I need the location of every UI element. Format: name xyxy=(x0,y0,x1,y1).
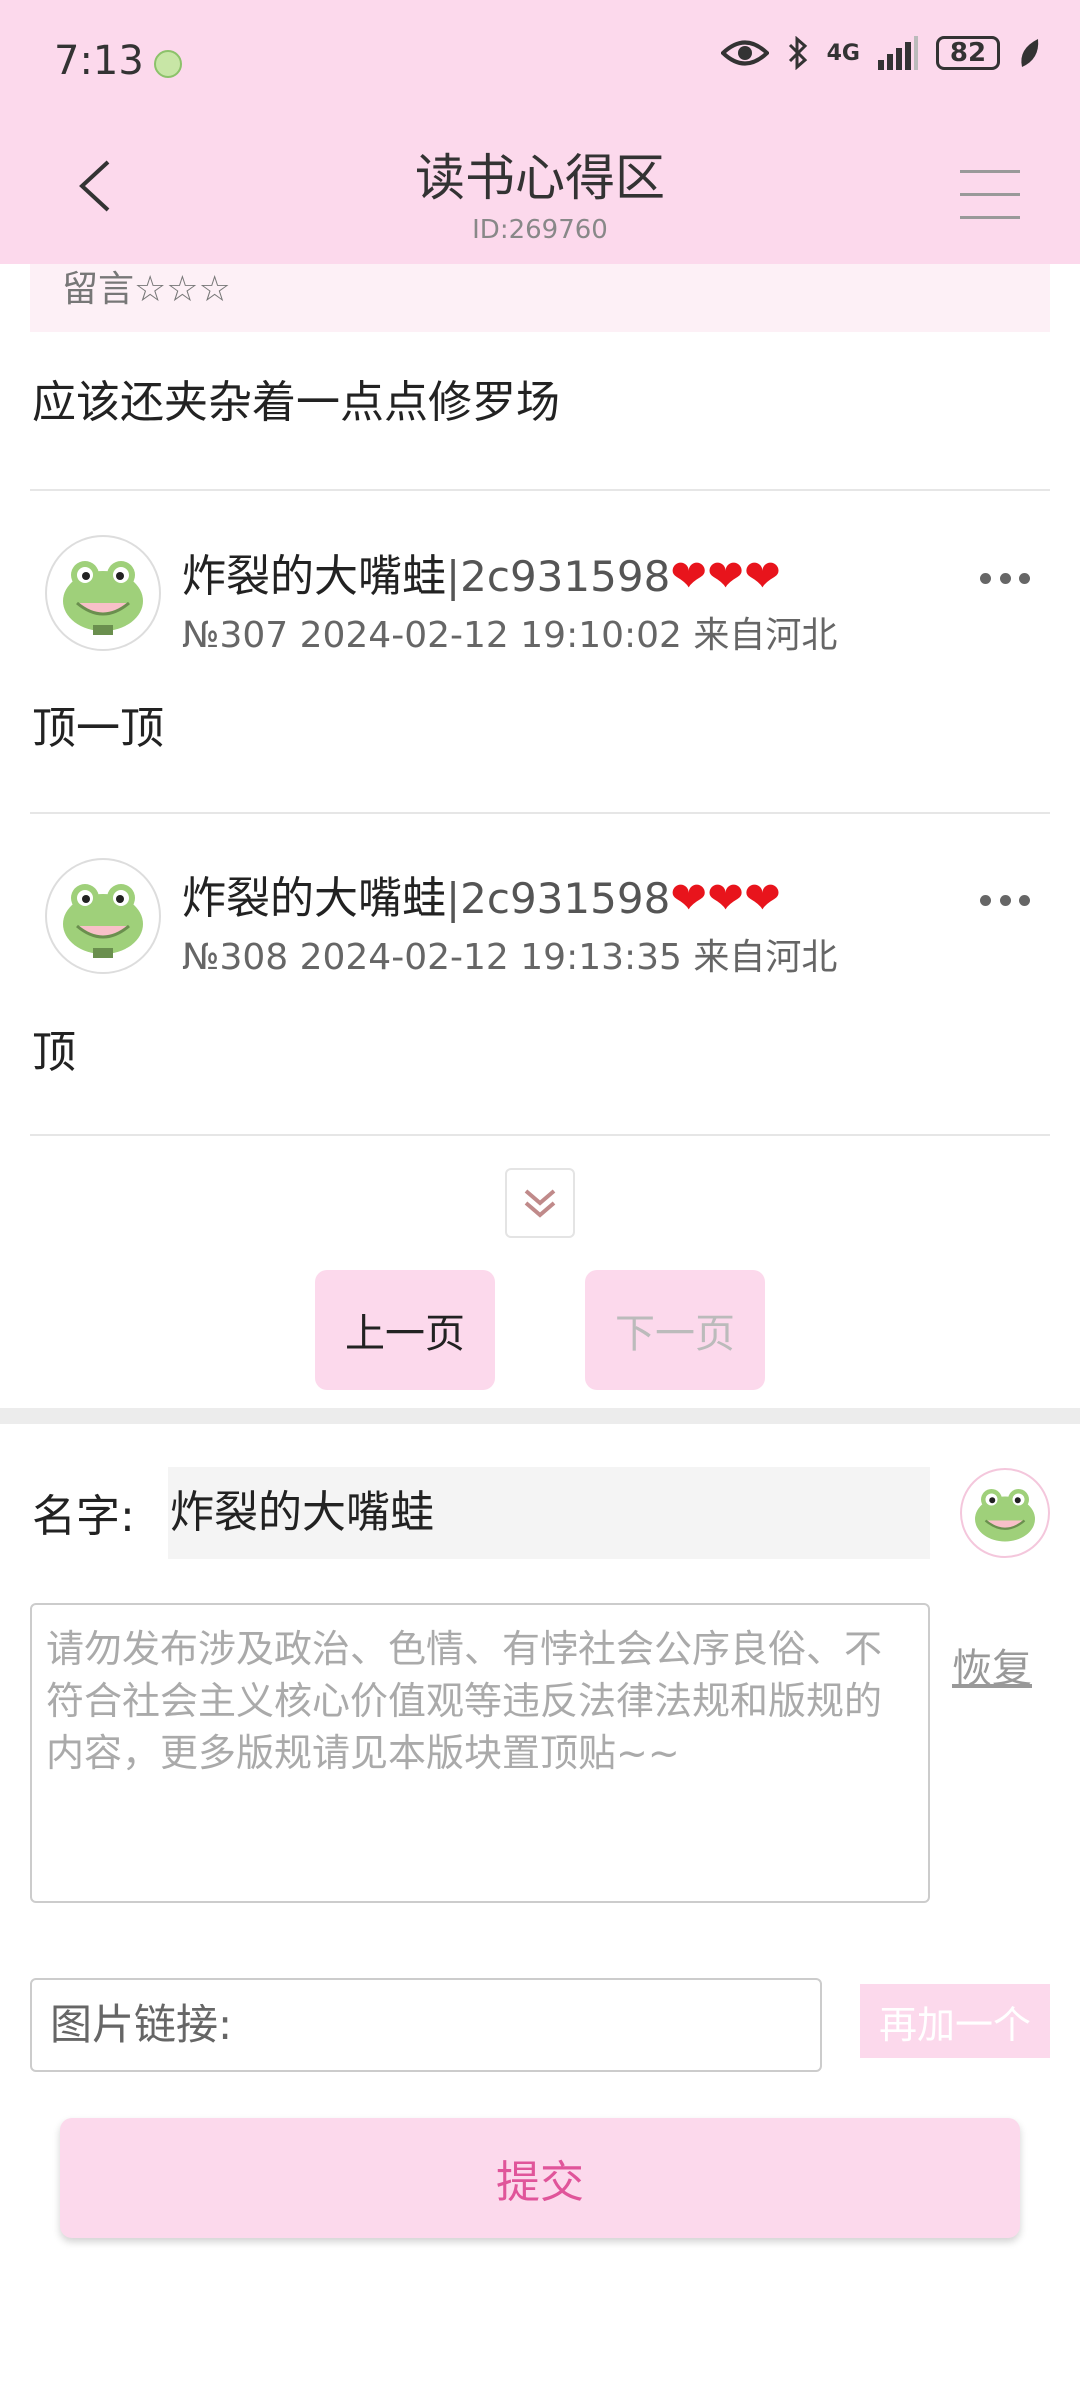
username[interactable]: 炸裂的大嘴蛙 xyxy=(182,873,446,924)
avatar[interactable] xyxy=(45,535,161,651)
signal-icon xyxy=(878,36,918,70)
prev-page-button[interactable]: 上一页 xyxy=(315,1270,495,1390)
avatar-selector[interactable] xyxy=(960,1468,1050,1558)
status-time: 7:13 xyxy=(54,38,144,84)
submit-button[interactable]: 提交 xyxy=(60,2118,1020,2238)
next-page-button[interactable]: 下一页 xyxy=(585,1270,765,1390)
image-link-input[interactable]: 图片链接: xyxy=(30,1978,822,2072)
post-meta: №308 2024-02-12 19:13:35 来自河北 xyxy=(182,937,838,978)
name-label: 名字: xyxy=(32,1491,135,1542)
post-content: 顶 xyxy=(32,1027,76,1078)
status-icons: 4G 82 xyxy=(720,36,1040,70)
expand-button[interactable] xyxy=(505,1168,575,1238)
network-label: 4G xyxy=(826,40,860,66)
add-more-button[interactable]: 再加一个 xyxy=(860,1984,1050,2058)
battery-icon: 82 xyxy=(936,36,1000,70)
divider xyxy=(30,489,1050,491)
page-title: 读书心得区 xyxy=(415,149,665,207)
user-id: |2c931598 xyxy=(446,552,671,601)
eye-icon xyxy=(720,40,769,66)
more-icon[interactable] xyxy=(980,892,1030,908)
battery-level: 82 xyxy=(949,38,987,68)
frog-avatar-icon xyxy=(63,561,143,635)
more-icon[interactable] xyxy=(980,570,1030,586)
name-value: 炸裂的大嘴蛙 xyxy=(170,1487,434,1538)
message-textarea[interactable]: 请勿发布涉及政治、色情、有悖社会公序良俗、不符合社会主义核心价值观等违反法律法规… xyxy=(30,1603,930,1903)
double-chevron-down-icon xyxy=(524,1189,556,1218)
post-content: 顶一顶 xyxy=(32,703,164,754)
previous-post-header: 留言☆☆☆ xyxy=(30,264,1050,332)
image-link-placeholder: 图片链接: xyxy=(50,2000,233,2049)
menu-icon[interactable] xyxy=(960,170,1020,220)
frog-avatar-icon xyxy=(975,1489,1035,1542)
leaf-icon xyxy=(1021,39,1039,67)
post-content: 应该还夹杂着一点点修罗场 xyxy=(32,377,560,428)
heart-rating: ❤❤❤ xyxy=(670,873,781,924)
board-id: ID:269760 xyxy=(472,215,608,245)
name-field[interactable]: 炸裂的大嘴蛙 xyxy=(168,1467,930,1559)
post-author[interactable]: 炸裂的大嘴蛙|2c931598❤❤❤ xyxy=(182,862,781,926)
divider xyxy=(30,1134,1050,1136)
message-placeholder: 请勿发布涉及政治、色情、有悖社会公序良俗、不符合社会主义核心价值观等违反法律法规… xyxy=(46,1627,883,1775)
section-divider xyxy=(0,1408,1080,1424)
divider xyxy=(30,812,1050,814)
post-meta: №307 2024-02-12 19:10:02 来自河北 xyxy=(182,615,838,656)
app-badge-icon xyxy=(154,50,182,78)
heart-rating: ❤❤❤ xyxy=(670,551,781,602)
bluetooth-icon xyxy=(788,36,807,70)
avatar[interactable] xyxy=(45,858,161,974)
restore-link[interactable]: 恢复 xyxy=(952,1636,1032,1694)
previous-post-title: 留言☆☆☆ xyxy=(62,269,231,310)
frog-avatar-icon xyxy=(63,884,143,958)
post-author[interactable]: 炸裂的大嘴蛙|2c931598❤❤❤ xyxy=(182,540,781,604)
user-id: |2c931598 xyxy=(446,874,671,923)
username[interactable]: 炸裂的大嘴蛙 xyxy=(182,551,446,602)
